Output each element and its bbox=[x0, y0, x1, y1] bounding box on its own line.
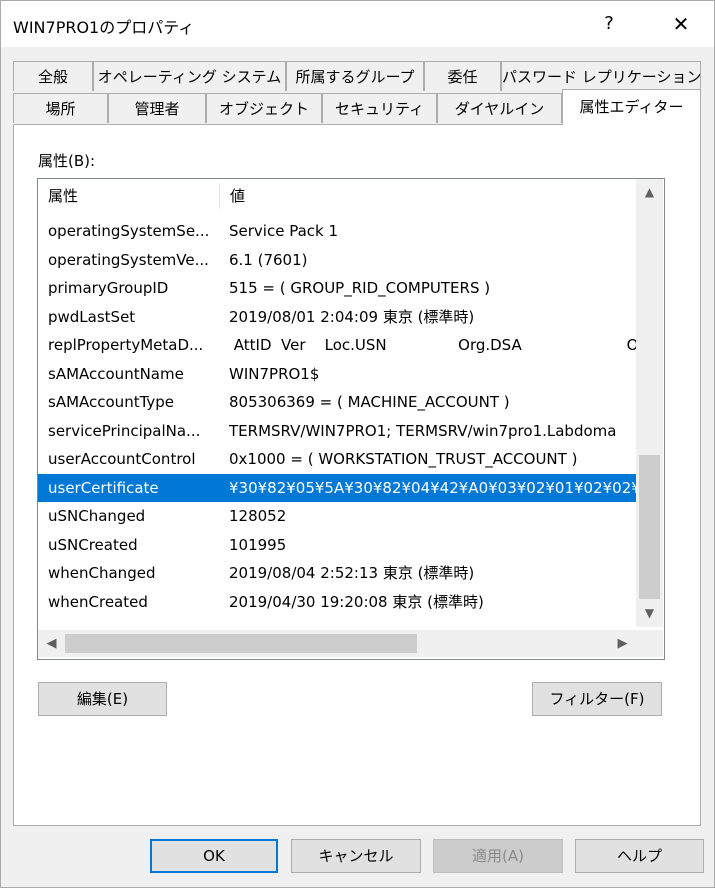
horizontal-scroll-thumb[interactable] bbox=[65, 634, 417, 653]
attribute-editor-panel: 属性(B): 属性 値 operatingSystemSe... Service … bbox=[13, 124, 701, 826]
list-item[interactable]: sAMAccountType 805306369 = ( MACHINE_ACCO… bbox=[38, 388, 636, 416]
vertical-scrollbar[interactable]: ▲ ▼ bbox=[636, 179, 663, 627]
properties-window: WIN7PRO1のプロパティ ? ✕ 全般 オペレーティング システム 所属する… bbox=[0, 0, 715, 888]
scroll-right-icon[interactable]: ▶ bbox=[609, 630, 636, 657]
title-bar: WIN7PRO1のプロパティ ? ✕ bbox=[1, 1, 714, 47]
tab-delegation[interactable]: 委任 bbox=[424, 61, 501, 91]
scroll-up-icon[interactable]: ▲ bbox=[636, 179, 663, 206]
close-icon[interactable]: ✕ bbox=[661, 9, 701, 39]
tab-password-replication[interactable]: パスワード レプリケーション bbox=[501, 61, 701, 91]
tab-attribute-editor[interactable]: 属性エディター bbox=[562, 89, 701, 125]
list-item[interactable]: operatingSystemVe... 6.1 (7601) bbox=[38, 246, 636, 274]
window-title: WIN7PRO1のプロパティ bbox=[13, 18, 195, 37]
tab-managed-by[interactable]: 管理者 bbox=[108, 93, 206, 123]
scrollbar-corner bbox=[636, 630, 663, 657]
list-item[interactable]: whenCreated 2019/04/30 19:20:08 東京 (標準時) bbox=[38, 588, 636, 616]
attributes-label: 属性(B): bbox=[38, 152, 96, 170]
tab-general[interactable]: 全般 bbox=[13, 61, 93, 91]
tab-security[interactable]: セキュリティ bbox=[322, 93, 437, 123]
ok-button[interactable]: OK bbox=[150, 839, 278, 873]
column-header-attribute[interactable]: 属性 bbox=[38, 179, 219, 213]
list-item[interactable]: servicePrincipalNa... TERMSRV/WIN7PRO1; T… bbox=[38, 417, 636, 445]
list-header: 属性 値 bbox=[38, 179, 636, 213]
help-icon[interactable]: ? bbox=[589, 9, 629, 39]
apply-button[interactable]: 適用(A) bbox=[433, 839, 563, 873]
tab-member-of[interactable]: 所属するグループ bbox=[286, 61, 424, 91]
tab-dial-in[interactable]: ダイヤルイン bbox=[437, 93, 562, 123]
list-item[interactable]: userAccountControl 0x1000 = ( WORKSTATION… bbox=[38, 445, 636, 473]
list-item[interactable]: uSNCreated 101995 bbox=[38, 531, 636, 559]
list-item[interactable]: sAMAccountName WIN7PRO1$ bbox=[38, 360, 636, 388]
horizontal-scrollbar[interactable]: ◀ ▶ bbox=[38, 630, 636, 657]
filter-button[interactable]: フィルター(F) bbox=[532, 682, 662, 716]
list-item[interactable]: replPropertyMetaD... AttID Ver Loc.USN O… bbox=[38, 331, 636, 359]
tab-object[interactable]: オブジェクト bbox=[206, 93, 322, 123]
cancel-button[interactable]: キャンセル bbox=[291, 839, 421, 873]
list-item[interactable]: uSNChanged 128052 bbox=[38, 502, 636, 530]
tab-operating-system[interactable]: オペレーティング システム bbox=[93, 61, 286, 91]
list-item[interactable]: operatingSystemSe... Service Pack 1 bbox=[38, 217, 636, 245]
list-item[interactable]: primaryGroupID 515 = ( GROUP_RID_COMPUTER… bbox=[38, 274, 636, 302]
tab-location[interactable]: 場所 bbox=[13, 93, 108, 123]
attribute-list[interactable]: 属性 値 operatingSystemSe... Service Pack 1 … bbox=[37, 178, 665, 660]
help-button[interactable]: ヘルプ bbox=[575, 839, 704, 873]
vertical-scroll-thumb[interactable] bbox=[639, 455, 660, 599]
column-header-value[interactable]: 値 bbox=[220, 179, 636, 213]
edit-button[interactable]: 編集(E) bbox=[38, 682, 167, 716]
scroll-down-icon[interactable]: ▼ bbox=[636, 600, 663, 627]
list-item[interactable]: whenChanged 2019/08/04 2:52:13 東京 (標準時) bbox=[38, 559, 636, 587]
list-item[interactable]: pwdLastSet 2019/08/01 2:04:09 東京 (標準時) bbox=[38, 303, 636, 331]
list-item-selected[interactable]: userCertificate ¥30¥82¥05¥5A¥30¥82¥04¥42¥… bbox=[38, 473, 636, 502]
scroll-left-icon[interactable]: ◀ bbox=[38, 630, 65, 657]
